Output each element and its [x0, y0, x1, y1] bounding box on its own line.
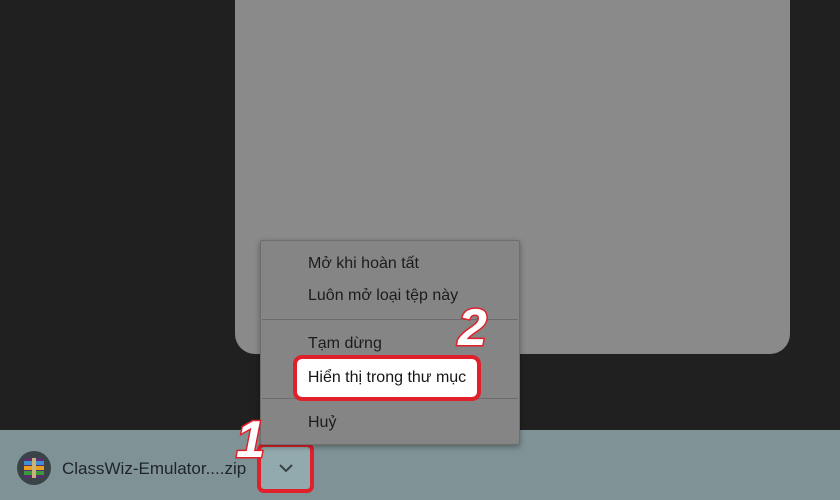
download-options-button[interactable]: [257, 443, 314, 493]
winrar-archive-icon: [17, 451, 51, 485]
screenshot-stage: ClassWiz-Emulator....zip Mở khi hoàn tất…: [0, 0, 840, 500]
download-file-name[interactable]: ClassWiz-Emulator....zip: [62, 459, 246, 479]
menu-item-show-in-folder[interactable]: Hiển thị trong thư mục: [293, 355, 481, 401]
menu-item-show-in-folder-label: Hiển thị trong thư mục: [307, 369, 467, 386]
menu-item-always-open-type[interactable]: Luôn mở loại tệp này: [308, 287, 458, 305]
step-number-2: 2: [457, 299, 489, 357]
menu-item-pause[interactable]: Tạm dừng: [308, 335, 382, 353]
menu-item-cancel[interactable]: Huỷ: [308, 414, 336, 432]
menu-item-open-when-done[interactable]: Mở khi hoàn tất: [308, 255, 419, 273]
step-number-1: 1: [235, 411, 267, 469]
chevron-down-icon: [278, 464, 293, 473]
